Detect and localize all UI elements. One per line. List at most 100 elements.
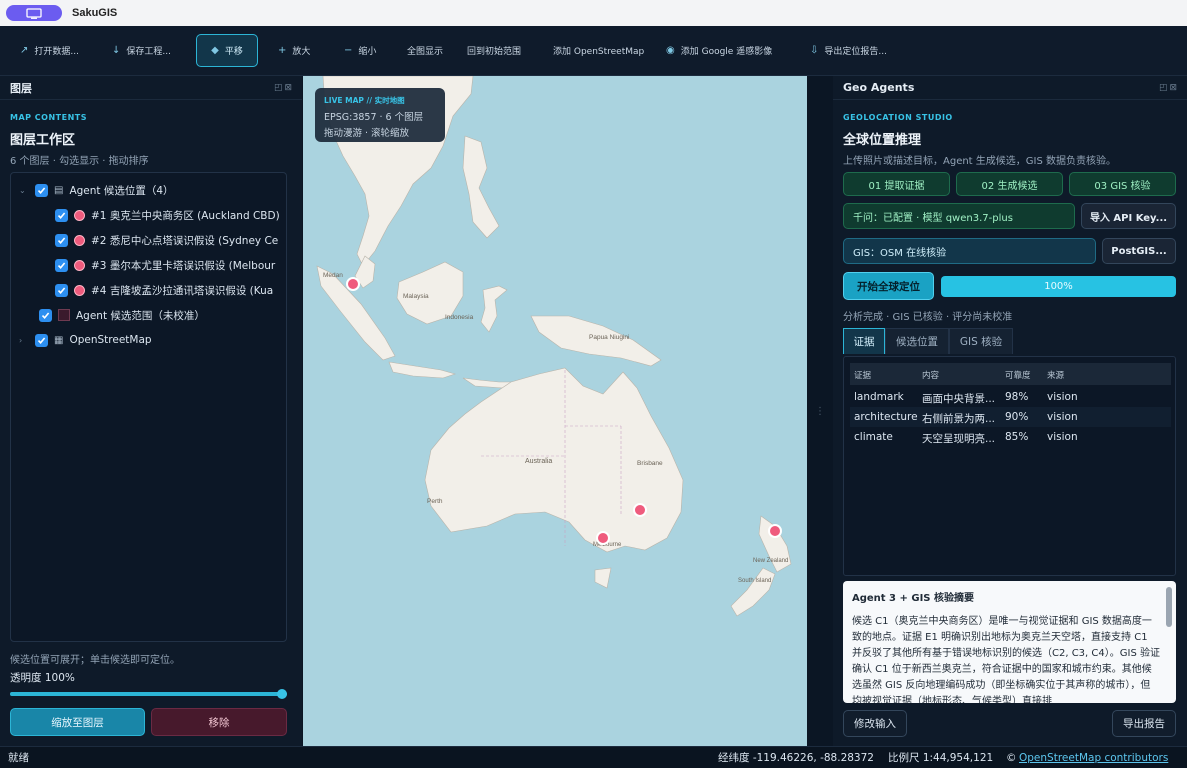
gis-source-field[interactable]: GIS：OSM 在线核验 bbox=[843, 238, 1096, 264]
add-osm-label: 添加 OpenStreetMap bbox=[553, 47, 645, 57]
candidate-marker-icon bbox=[74, 209, 85, 221]
analysis-status: 分析完成 · GIS 已核验 · 评分尚未校准 bbox=[843, 312, 1013, 323]
step-gis-verify-button[interactable]: 03 GIS 核验 bbox=[1069, 172, 1176, 196]
checkbox-candidate-3[interactable] bbox=[55, 258, 68, 272]
chevron-right-icon[interactable]: › bbox=[19, 336, 29, 345]
pan-button[interactable]: ◆ 平移 bbox=[196, 34, 258, 67]
geolocation-heading: 全球位置推理 bbox=[843, 133, 922, 148]
map-marker-sydney[interactable] bbox=[633, 503, 647, 517]
layer-row-range[interactable]: Agent 候选范围（未校准） bbox=[39, 304, 205, 326]
checkbox-osm[interactable] bbox=[35, 333, 48, 347]
chevron-down-icon[interactable]: ⌄ bbox=[19, 186, 29, 195]
zoom-in-label: 放大 bbox=[292, 47, 311, 57]
status-ready: 就绪 bbox=[8, 752, 29, 764]
range-layer-label: Agent 候选范围（未校准） bbox=[76, 309, 205, 322]
table-row[interactable]: landmark 画面中央背景... 98% vision bbox=[850, 387, 1171, 407]
open-data-button[interactable]: ↗ 打开数据... bbox=[20, 34, 79, 67]
evidence-content-cell: 天空呈现明亮... bbox=[922, 433, 996, 445]
export-report-button[interactable]: ⇩ 导出定位报告... bbox=[810, 34, 887, 67]
tasmania-land bbox=[594, 567, 612, 589]
geo-agents-panel: Geo Agents ◰⊠ GEOLOCATION STUDIO 全球位置推理 … bbox=[833, 76, 1187, 746]
opacity-slider-handle[interactable] bbox=[277, 689, 287, 699]
checkbox-candidate-4[interactable] bbox=[55, 283, 68, 297]
initial-extent-button[interactable]: 回到初始范围 bbox=[467, 34, 521, 67]
panel-splitter[interactable]: ⋮ bbox=[807, 76, 833, 746]
postgis-button[interactable]: PostGIS... bbox=[1102, 238, 1176, 264]
app-icon bbox=[6, 5, 62, 21]
live-map-card: LIVE MAP // 实时地图 EPSG:3857 · 6 个图层 拖动漫游 … bbox=[315, 88, 445, 142]
map-canvas[interactable]: Australia Brisbane Perth Melbourne Papua… bbox=[303, 76, 807, 746]
export-report-footer-button[interactable]: 导出报告 bbox=[1112, 710, 1176, 737]
evidence-type-cell: climate bbox=[854, 431, 893, 443]
geo-agents-title: Geo Agents bbox=[843, 81, 915, 94]
candidate-row-4[interactable]: #4 吉隆坡孟沙拉通讯塔误识假设 (Kua bbox=[55, 279, 273, 301]
layer-stack-icon: ▤ bbox=[54, 184, 64, 196]
map-marker-kuala-lumpur[interactable] bbox=[346, 277, 360, 291]
tile-layer-icon: ▦ bbox=[54, 334, 64, 346]
table-row[interactable]: climate 天空呈现明亮... 85% vision bbox=[850, 427, 1171, 447]
modify-input-button[interactable]: 修改输入 bbox=[843, 710, 907, 737]
import-api-key-button[interactable]: 导入 API Key... bbox=[1081, 203, 1176, 229]
candidate-label-1: #1 奥克兰中央商务区 (Auckland CBD) bbox=[91, 209, 280, 222]
progress-fill: 100% bbox=[941, 276, 1176, 297]
basemap bbox=[316, 76, 792, 617]
polygon-swatch-icon bbox=[58, 309, 70, 321]
opacity-slider[interactable] bbox=[10, 689, 287, 699]
full-extent-button[interactable]: 全图显示 bbox=[407, 34, 443, 67]
gis-summary-box[interactable]: Agent 3 + GIS 核验摘要 候选 C1（奥克兰中央商务区）是唯一与视觉… bbox=[843, 581, 1176, 703]
add-osm-button[interactable]: 添加 OpenStreetMap bbox=[553, 34, 644, 67]
app-title: SakuGIS bbox=[72, 7, 118, 19]
summary-scrollbar[interactable] bbox=[1166, 587, 1172, 627]
tab-gis-verify[interactable]: GIS 核验 bbox=[949, 328, 1013, 354]
opacity-label: 透明度 100% bbox=[10, 672, 75, 684]
checkbox-range[interactable] bbox=[39, 308, 52, 322]
tab-candidates[interactable]: 候选位置 bbox=[885, 328, 949, 354]
map-label-australia: Australia bbox=[525, 458, 553, 465]
save-project-button[interactable]: ↓ 保存工程... bbox=[112, 34, 171, 67]
map-marker-melbourne[interactable] bbox=[596, 531, 610, 545]
checkbox-candidate-1[interactable] bbox=[55, 208, 68, 222]
step-generate-candidates-button[interactable]: 02 生成候选 bbox=[956, 172, 1063, 196]
zoom-in-button[interactable]: + 放大 bbox=[278, 34, 310, 67]
candidate-row-3[interactable]: #3 墨尔本尤里卡塔误识假设 (Melbour bbox=[55, 254, 275, 276]
layer-group-label: Agent 候选位置（4） bbox=[69, 184, 174, 197]
map-marker-auckland[interactable] bbox=[768, 524, 782, 538]
evidence-source-cell: vision bbox=[1047, 431, 1078, 443]
export-icon: ⇩ bbox=[810, 45, 819, 56]
layer-group-candidates[interactable]: ⌄ ▤ Agent 候选位置（4） bbox=[19, 179, 174, 201]
panel-window-controls[interactable]: ◰⊠ bbox=[1159, 83, 1179, 93]
nz-south-island-land bbox=[730, 567, 776, 617]
map-label-papua: Papua Niugini bbox=[589, 334, 630, 341]
evidence-content-cell: 右侧前景为两... bbox=[922, 413, 996, 425]
checkbox-candidates[interactable] bbox=[35, 183, 48, 197]
map-label-south-island: South Island bbox=[738, 578, 772, 584]
geolocation-eyebrow: GEOLOCATION STUDIO bbox=[843, 113, 953, 122]
candidate-row-1[interactable]: #1 奥克兰中央商务区 (Auckland CBD) bbox=[55, 204, 280, 226]
osm-attribution-link[interactable]: OpenStreetMap contributors bbox=[1019, 752, 1168, 764]
start-geolocation-button[interactable]: 开始全球定位 bbox=[843, 272, 934, 300]
zoom-to-layer-button[interactable]: 缩放至图层 bbox=[10, 708, 145, 736]
evidence-reliability-cell: 90% bbox=[1005, 411, 1029, 423]
satellite-icon: ◉ bbox=[666, 45, 675, 56]
panel-window-controls[interactable]: ◰⊠ bbox=[274, 83, 294, 93]
evidence-content-cell: 画面中央背景... bbox=[922, 393, 996, 405]
checkbox-candidate-2[interactable] bbox=[55, 233, 68, 247]
geo-agents-header: Geo Agents ◰⊠ bbox=[833, 76, 1187, 100]
title-bar: SakuGIS bbox=[0, 0, 1187, 26]
evidence-table: 证据 内容 可靠度 来源 landmark 画面中央背景... 98% visi… bbox=[843, 356, 1176, 576]
layer-row-osm[interactable]: › ▦ OpenStreetMap bbox=[19, 329, 152, 351]
tab-evidence[interactable]: 证据 bbox=[843, 328, 885, 354]
osm-layer-label: OpenStreetMap bbox=[69, 334, 152, 346]
table-row[interactable]: architecture 右侧前景为两... 90% vision bbox=[850, 407, 1171, 427]
zoom-out-label: 缩小 bbox=[358, 47, 377, 57]
model-status-field[interactable]: 千问：已配置 · 模型 qwen3.7-plus bbox=[843, 203, 1075, 229]
candidate-marker-icon bbox=[74, 234, 85, 246]
candidate-row-2[interactable]: #2 悉尼中心点塔误识假设 (Sydney Ce bbox=[55, 229, 278, 251]
step-extract-evidence-button[interactable]: 01 提取证据 bbox=[843, 172, 950, 196]
toolbar: ↗ 打开数据... ↓ 保存工程... ◆ 平移 + 放大 − 缩小 全图显示 … bbox=[0, 26, 1187, 76]
add-google-button[interactable]: ◉ 添加 Google 遥感影像 bbox=[666, 34, 772, 67]
candidate-label-3: #3 墨尔本尤里卡塔误识假设 (Melbour bbox=[91, 259, 276, 272]
remove-layer-button[interactable]: 移除 bbox=[151, 708, 287, 736]
layers-panel-title: 图层 bbox=[10, 81, 32, 95]
zoom-out-button[interactable]: − 缩小 bbox=[344, 34, 376, 67]
